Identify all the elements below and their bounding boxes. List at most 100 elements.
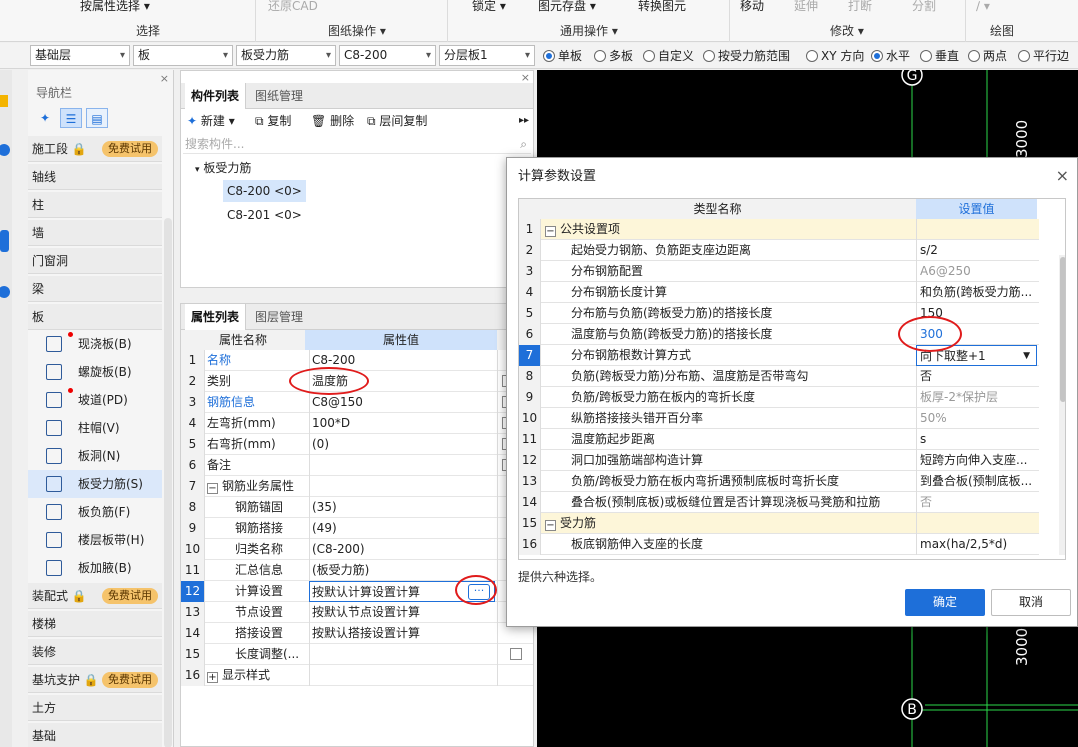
prop-value[interactable]: C8@150 [309,392,495,413]
nav-sub-slab-negative-rebar[interactable]: 板负筋(F) [28,498,162,526]
collapse-icon[interactable]: − [545,520,556,531]
param-row-selected[interactable]: 7 分布钢筋根数计算方式 向下取整+1 ▼ [519,345,1039,366]
prop-row-lap[interactable]: 9 钢筋搭接 (49) [181,518,533,539]
radio-custom[interactable]: 自定义 [643,48,694,64]
prop-value[interactable]: (C8-200) [309,539,495,560]
nav-cat-column[interactable]: 柱 [28,192,162,218]
param-row[interactable]: 14 叠合板(预制底板)或板缝位置是否计算现浇板马凳筋和拉筋 否 [519,492,1039,513]
nav-cat-door-window[interactable]: 门窗洞 [28,248,162,274]
prop-row-left-bend[interactable]: 4 左弯折(mm) 100*D [181,413,533,434]
nav-cat-construction-segment[interactable]: 施工段 🔒 免费试用 [28,136,162,162]
prop-row-business-group[interactable]: 7− 钢筋业务属性 [181,476,533,497]
prop-value[interactable]: (0) [309,434,495,455]
param-row[interactable]: 16 板底钢筋伸入支座的长度 max(ha/2,5*d) [519,534,1039,555]
split-button[interactable]: 分割 [912,0,936,14]
param-value[interactable]: 到叠合板(预制底板... [916,471,1037,492]
component-search-input[interactable]: 搜索构件... ⌕ [183,134,531,154]
prop-row-lap-settings[interactable]: 14 搭接设置 按默认搭接设置计算 [181,623,533,644]
collapse-icon[interactable]: − [545,226,556,237]
param-value[interactable]: 否 [916,366,1037,387]
prop-row-display-style[interactable]: 16 + 显示样式 [181,665,533,686]
param-row[interactable]: 5 分布筋与负筋(跨板受力筋)的搭接长度 150 [519,303,1039,324]
drawing-group-caption[interactable]: 图纸操作 ▾ [328,23,386,39]
expand-icon[interactable]: + [207,672,218,683]
copy-between-floors-button[interactable]: ⧉ 层间复制 [367,109,427,133]
draw-line-button[interactable]: ∕ ▾ [976,0,990,14]
floor-select[interactable]: 基础层 ▾ [30,45,130,66]
nav-cat-prefabricated[interactable]: 装配式 🔒 免费试用 [28,583,162,609]
param-value[interactable]: s/2 [916,240,1037,261]
nav-sub-slab-hole[interactable]: 板洞(N) [28,442,162,470]
app-icon-6[interactable] [0,286,10,298]
trial-badge[interactable]: 免费试用 [102,141,158,157]
tree-item-c8-200[interactable]: C8-200 <0> [223,180,306,202]
attach-checkbox[interactable] [510,648,522,660]
break-button[interactable]: 打断 [848,0,872,14]
nav-cat-axis[interactable]: 轴线 [28,164,162,190]
param-row[interactable]: 4 分布钢筋长度计算 和负筋(跨板受力筋... [519,282,1039,303]
collapse-icon[interactable]: − [207,483,218,494]
radio-xy-direction[interactable]: XY 方向 [806,48,864,64]
radio-vertical[interactable]: 垂直 [920,48,959,64]
param-value[interactable]: 板厚-2*保护层 [916,387,1037,408]
category-select[interactable]: 板 ▾ [133,45,233,66]
ok-button[interactable]: 确定 [905,589,985,616]
tab-property-list[interactable]: 属性列表 [185,304,247,330]
restore-cad-button[interactable]: 还原CAD [268,0,318,14]
param-value[interactable]: A6@250 [916,261,1037,282]
nav-sub-slab-main-rebar[interactable]: 板受力筋(S) [28,470,162,498]
prop-value[interactable]: 按默认搭接设置计算 [309,623,495,644]
prop-value[interactable]: 按默认节点设置计算 [309,602,495,623]
prop-row-classify-name[interactable]: 10 归类名称 (C8-200) [181,539,533,560]
prop-value[interactable]: (35) [309,497,495,518]
nav-sub-spiral-slab[interactable]: 螺旋板(B) [28,358,162,386]
param-row[interactable]: 3 分布钢筋配置 A6@250 [519,261,1039,282]
radio-single-slab[interactable]: 单板 [543,48,582,64]
param-value[interactable]: 和负筋(跨板受力筋... [916,282,1037,303]
tab-drawing-management[interactable]: 图纸管理 [249,83,309,109]
close-icon[interactable]: × [160,72,169,85]
param-row-group-common[interactable]: 1− 公共设置项 [519,219,1039,240]
param-row[interactable]: 12 洞口加强筋端部构造计算 短跨方向伸入支座... [519,450,1039,471]
param-row[interactable]: 13 负筋/跨板受力筋在板内弯折遇预制底板时弯折长度 到叠合板(预制底板... [519,471,1039,492]
list-view-icon[interactable]: ☰ [60,108,82,128]
extend-button[interactable]: 延伸 [794,0,818,14]
save-element-button[interactable]: 图元存盘 ▾ [538,0,596,14]
nav-cat-earthwork[interactable]: 土方 [28,695,162,721]
radio-multi-slab[interactable]: 多板 [594,48,633,64]
prop-value[interactable]: (49) [309,518,495,539]
param-row[interactable]: 9 负筋/跨板受力筋在板内的弯折长度 板厚-2*保护层 [519,387,1039,408]
prop-value[interactable] [309,455,495,476]
component-select[interactable]: C8-200 ▾ [339,45,436,66]
cancel-button[interactable]: 取消 [991,589,1071,616]
nav-cat-foundation[interactable]: 基础 [28,723,162,747]
prop-value[interactable] [309,644,495,665]
nav-sub-floor-slab-band[interactable]: 楼层板带(H) [28,526,162,554]
param-row[interactable]: 8 负筋(跨板受力筋)分布筋、温度筋是否带弯勾 否 [519,366,1039,387]
tab-layer-management[interactable]: 图层管理 [249,304,309,330]
radio-horizontal[interactable]: 水平 [871,48,910,64]
trial-badge[interactable]: 免费试用 [102,588,158,604]
param-row[interactable]: 11 温度筋起步距离 s [519,429,1039,450]
nav-cat-wall[interactable]: 墙 [28,220,162,246]
nav-sub-column-cap[interactable]: 柱帽(V) [28,414,162,442]
param-row-group-main-rebar[interactable]: 15− 受力筋 [519,513,1039,534]
tree-root-slab-rebar[interactable]: ▾ 板受力筋 [195,157,251,179]
prop-row-right-bend[interactable]: 5 右弯折(mm) (0) [181,434,533,455]
pin-icon[interactable]: ✦ [34,108,56,128]
prop-row-name[interactable]: 1 名称 C8-200 [181,350,533,371]
layer-select[interactable]: 分层板1 ▾ [439,45,535,66]
nav-sub-ramp[interactable]: 坡道(PD) [28,386,162,414]
new-component-button[interactable]: ✦ 新建 ▾ [187,109,235,133]
prop-row-node-settings[interactable]: 13 节点设置 按默认节点设置计算 [181,602,533,623]
detail-view-icon[interactable]: ▤ [86,108,108,128]
more-icon[interactable]: ▸▸ [519,109,529,133]
close-icon[interactable]: × [1056,168,1069,184]
radio-by-rebar-range[interactable]: 按受力筋范围 [703,48,790,64]
nav-cat-decoration[interactable]: 装修 [28,639,162,665]
nav-cat-slab[interactable]: 板 [28,304,162,330]
select-by-attribute-button[interactable]: 按属性选择 ▾ [80,0,150,14]
prop-row-rebar-info[interactable]: 3 钢筋信息 C8@150 [181,392,533,413]
prop-row-anchorage[interactable]: 8 钢筋锚固 (35) [181,497,533,518]
radio-two-points[interactable]: 两点 [968,48,1007,64]
